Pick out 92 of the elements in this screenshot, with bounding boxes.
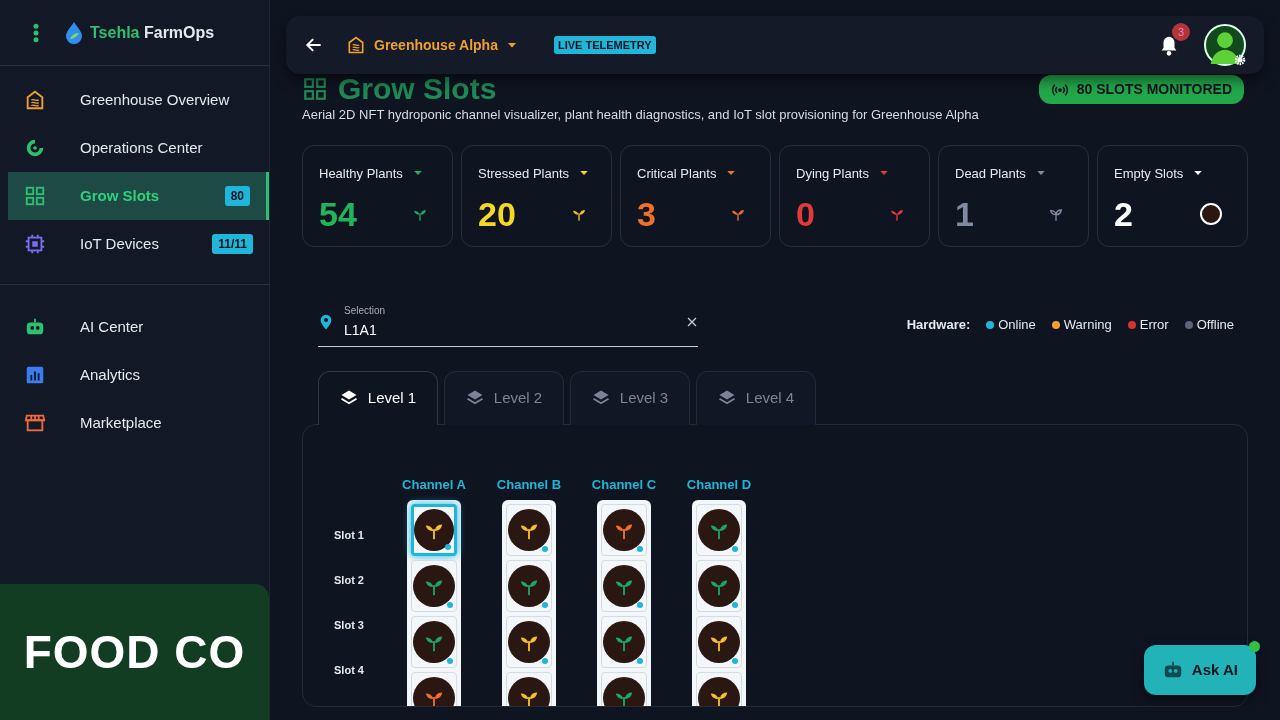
chip-icon <box>24 233 46 255</box>
status-dot <box>637 658 643 664</box>
page-subtitle: Aerial 2D NFT hydroponic channel visualizer, plant health diagnostics, and IoT slot provisioning for Greenhouse Alpha <box>302 106 980 124</box>
status-dot <box>445 544 451 550</box>
legend-label: Online <box>998 315 1036 334</box>
greenhouse-icon <box>346 35 366 55</box>
status-dot <box>732 602 738 608</box>
stat-value: 1 <box>955 197 974 231</box>
layers-icon <box>339 389 358 407</box>
legend-label: Error <box>1139 315 1169 334</box>
stat-label: Dying Plants <box>796 164 869 183</box>
slot-label: Slot 3 <box>333 618 365 633</box>
location-pin-icon <box>318 313 334 331</box>
online-indicator <box>1249 640 1260 652</box>
grow-slot[interactable] <box>506 560 552 612</box>
grid-icon <box>302 76 328 102</box>
grow-slot[interactable] <box>696 504 742 556</box>
layers-icon <box>717 389 736 407</box>
selection-input[interactable]: L1A1 <box>344 319 676 341</box>
empty-circle-icon <box>1199 202 1223 226</box>
refresh-icon <box>24 137 46 159</box>
slot-label: Slot 4 <box>333 663 365 679</box>
status-dot <box>542 602 548 608</box>
channel-label: Channel D <box>686 475 752 494</box>
grow-slot[interactable] <box>411 560 457 612</box>
slots-monitored-badge: 80 SLOTS MONITORED <box>1038 75 1244 104</box>
bar-chart-icon <box>24 364 46 386</box>
page-title: Grow Slots <box>338 76 497 102</box>
grow-slot[interactable] <box>506 504 552 556</box>
stat-value: 2 <box>1114 197 1133 231</box>
grow-slot[interactable] <box>696 560 742 612</box>
store-icon <box>24 412 46 434</box>
count-badge: 80 <box>224 186 250 206</box>
legend-label: Warning <box>1063 315 1112 334</box>
status-dot <box>732 546 738 552</box>
avatar[interactable] <box>1204 24 1246 66</box>
grow-slot[interactable] <box>601 616 647 668</box>
legend-label: Offline <box>1196 315 1234 334</box>
grow-slot[interactable] <box>411 504 457 556</box>
sidebar-item[interactable]: Greenhouse Overview <box>0 76 269 124</box>
stat-label: Critical Plants <box>637 164 717 183</box>
grow-slot[interactable] <box>411 616 457 668</box>
grow-slot[interactable] <box>601 504 647 556</box>
sidebar-item[interactable]: Analytics <box>0 351 269 399</box>
channel-label: Channel A <box>402 475 466 494</box>
greenhouse-icon <box>24 89 46 111</box>
stat-label: Empty Slots <box>1114 164 1184 183</box>
sidebar-item[interactable]: IoT Devices 11/11 <box>0 220 269 268</box>
grid-icon <box>24 185 46 207</box>
slot-label: Slot 2 <box>333 572 365 588</box>
status-dot <box>447 658 453 664</box>
level-tab[interactable]: Level 2 <box>444 370 564 425</box>
level-tab[interactable]: Level 4 <box>696 370 816 425</box>
status-dot <box>542 546 548 552</box>
sidebar-item[interactable]: AI Center <box>0 303 269 351</box>
field-label: Selection <box>344 303 387 318</box>
channel-label: Channel C <box>591 475 657 494</box>
stat-value: 3 <box>637 197 656 231</box>
status-dot <box>447 602 453 608</box>
grow-slot[interactable] <box>506 616 552 668</box>
stat-value: 54 <box>319 197 357 231</box>
greenhouse-selector[interactable]: Greenhouse Alpha <box>346 34 518 56</box>
layers-icon <box>465 389 484 407</box>
sidebar-item[interactable]: Operations Center <box>0 124 269 172</box>
status-dot <box>637 546 643 552</box>
sprout-outline-icon <box>1048 206 1064 222</box>
brand-name: Tsehla FarmOps <box>90 22 215 43</box>
level-tab[interactable]: Level 1 <box>318 370 438 425</box>
slot-label: Slot 1 <box>333 527 365 543</box>
level-tab[interactable]: Level 3 <box>570 370 690 425</box>
sponsor-logo-text: FOOD CO <box>23 624 246 680</box>
gear-icon[interactable] <box>1234 54 1246 66</box>
legend-title: Hardware: <box>906 315 971 334</box>
count-badge: 11/11 <box>212 234 253 254</box>
stat-label: Healthy Plants <box>319 164 403 183</box>
stat-value: 0 <box>796 197 815 231</box>
grow-slot[interactable] <box>601 560 647 612</box>
layers-icon <box>591 389 610 407</box>
live-badge: LIVE TELEMETRY <box>553 35 656 55</box>
status-dot <box>732 658 738 664</box>
stat-label: Dead Plants <box>955 164 1026 183</box>
selection-field[interactable]: Selection L1A1 <box>318 302 698 347</box>
grow-slot[interactable] <box>696 616 742 668</box>
notification-badge: 3 <box>1172 23 1190 41</box>
stat-value: 20 <box>478 197 516 231</box>
stat-label: Stressed Plants <box>478 164 570 183</box>
sidebar-item[interactable]: Marketplace <box>0 399 269 447</box>
channel-label: Channel B <box>496 475 562 494</box>
status-dot <box>637 602 643 608</box>
sidebar-item[interactable]: Grow Slots 80 <box>8 172 269 220</box>
status-dot <box>542 658 548 664</box>
close-icon[interactable] <box>686 316 698 328</box>
